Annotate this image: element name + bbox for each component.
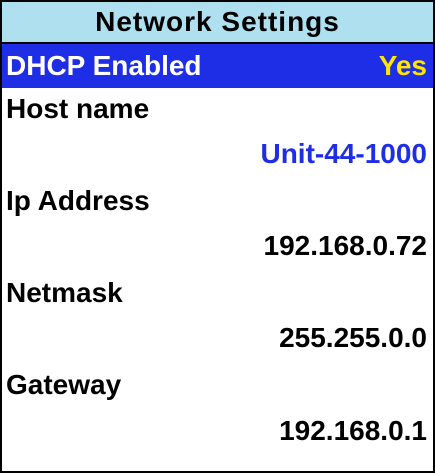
hostname-label: Host name	[6, 93, 150, 124]
gateway-label: Gateway	[6, 369, 122, 400]
dhcp-enabled-label: DHCP Enabled	[6, 50, 202, 81]
page-title-text: Network Settings	[95, 6, 340, 37]
dhcp-enabled-value[interactable]: Yes	[379, 50, 427, 82]
hostname-value[interactable]: Unit-44-1000	[260, 138, 427, 170]
ip-address-label: Ip Address	[6, 185, 150, 216]
dhcp-enabled-row[interactable]: DHCP Enabled Yes	[2, 44, 433, 88]
netmask-value[interactable]: 255.255.0.0	[279, 322, 427, 354]
settings-panel: Network Settings DHCP Enabled Yes Host n…	[0, 0, 435, 473]
gateway-value[interactable]: 192.168.0.1	[279, 415, 427, 447]
netmask-label: Netmask	[6, 277, 123, 308]
page-title: Network Settings	[2, 2, 433, 44]
ip-address-value[interactable]: 192.168.0.72	[264, 230, 428, 262]
